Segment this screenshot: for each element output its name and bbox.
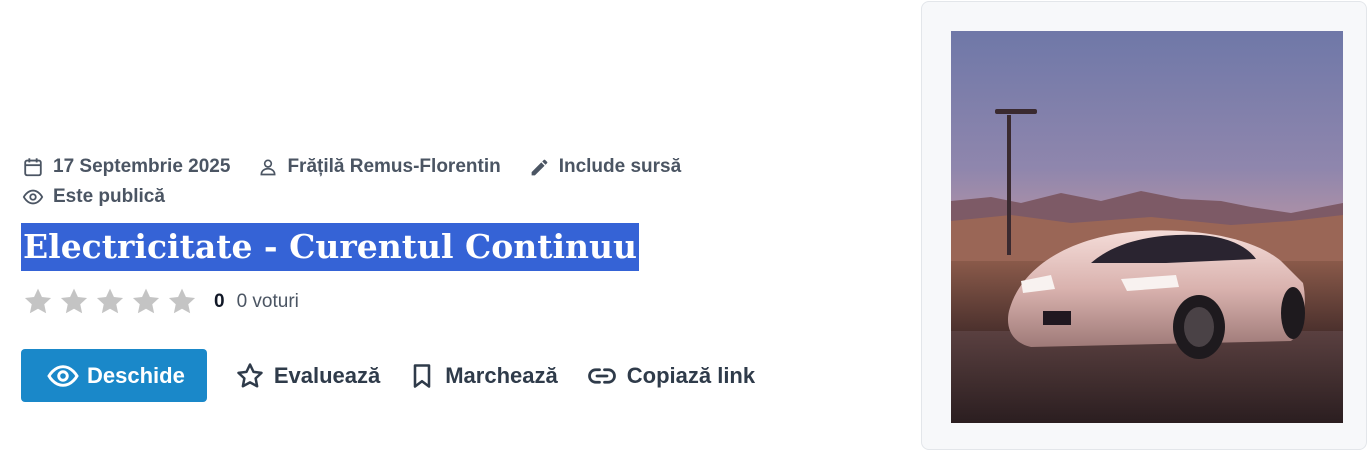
- star-icon-2[interactable]: [58, 286, 90, 318]
- rate-button-label: Evaluează: [273, 362, 381, 388]
- meta-visibility: Este publică: [22, 186, 165, 208]
- user-icon: [260, 159, 276, 176]
- title-wrapper: Electricitate - Curentul Continuu: [21, 223, 640, 271]
- meta-source: Include sursă: [529, 156, 682, 178]
- rate-button[interactable]: Evaluează: [235, 361, 380, 391]
- star-icon: [237, 362, 263, 387]
- source-text: Include sursă: [558, 156, 682, 177]
- thumbnail-card: [921, 1, 1367, 450]
- action-bar: Deschide Evaluează Marchează Copiază lin…: [21, 349, 755, 402]
- star-icon-3[interactable]: [94, 286, 126, 318]
- link-icon: [587, 367, 616, 384]
- date-text: 17 Septembrie 2025: [53, 156, 231, 177]
- rating-votes: 0 voturi: [236, 291, 299, 312]
- article-thumbnail[interactable]: [951, 31, 1343, 423]
- open-button-label: Deschide: [87, 362, 185, 388]
- calendar-icon: [24, 158, 42, 177]
- pencil-icon: [531, 159, 548, 175]
- author-text: Frățilă Remus-Florentin: [287, 156, 501, 177]
- star-icon-5[interactable]: [166, 286, 198, 318]
- eye-icon: [22, 189, 44, 205]
- rating-bar: 0 0 voturi: [22, 283, 299, 321]
- bookmark-button[interactable]: Marchează: [408, 361, 558, 391]
- copy-link-button-label: Copiază link: [626, 362, 756, 388]
- thumbnail-image: [951, 31, 1343, 423]
- bookmark-icon: [413, 363, 431, 388]
- meta-date: 17 Septembrie 2025: [22, 156, 230, 178]
- visibility-text: Este publică: [53, 186, 165, 207]
- star-icon-1[interactable]: [22, 286, 54, 318]
- page-title: Electricitate - Curentul Continuu: [21, 223, 640, 271]
- copy-link-button[interactable]: Copiază link: [586, 361, 755, 391]
- star-icon-4[interactable]: [130, 286, 162, 318]
- meta-row-1: 17 Septembrie 2025 Frățilă Remus-Florent…: [22, 152, 722, 182]
- rating-count: 0: [214, 291, 225, 312]
- bookmark-button-label: Marchează: [445, 362, 558, 388]
- open-button[interactable]: Deschide: [21, 349, 207, 402]
- eye-icon: [47, 364, 79, 387]
- meta-row-2: Este publică: [22, 182, 722, 212]
- article-meta: 17 Septembrie 2025 Frățilă Remus-Florent…: [22, 152, 722, 212]
- meta-author[interactable]: Frățilă Remus-Florentin: [258, 156, 501, 178]
